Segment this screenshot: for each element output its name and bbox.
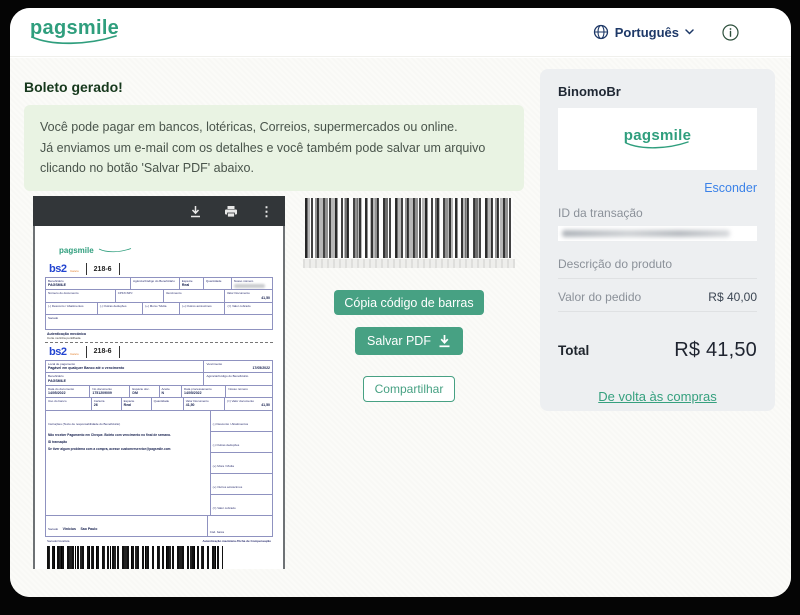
chevron-down-icon [685, 29, 694, 35]
info-banner: Você pode pagar em bancos, lotéricas, Co… [24, 105, 524, 191]
pagsmile-logo-small: pagsmile [624, 128, 691, 150]
boleto-pagsmile-logo: pagsmile [59, 240, 132, 258]
save-pdf-label: Salvar PDF [367, 334, 431, 348]
info-icon [722, 24, 739, 41]
boleto-bank-row-2: bs2 banco 218-6 [49, 346, 273, 358]
divider [558, 278, 757, 279]
boleto-payer: Sacado Vinicius Sao Paulo [46, 516, 208, 536]
merchant-logo-box: pagsmile [558, 108, 757, 170]
boleto-document: pagsmile bs2 banco 218-6 [35, 226, 283, 569]
screen-background: pagsmile Português [0, 0, 800, 615]
page-title: Boleto gerado! [24, 79, 123, 95]
payment-page-card: pagsmile Português [10, 8, 791, 597]
redacted-value [234, 284, 265, 288]
share-button[interactable]: Compartilhar [363, 376, 456, 402]
order-value-row: Valor do pedido R$ 40,00 [558, 290, 757, 304]
globe-icon [593, 24, 609, 40]
boleto-table-2: Local de pagamentoPagável em qualquer Ba… [45, 360, 273, 537]
divider [86, 263, 87, 275]
boleto-footer-row: Sacador/Avalista Autenticação mecânica /… [45, 539, 273, 543]
language-label: Português [615, 25, 679, 40]
boleto-logo-text: pagsmile [59, 246, 94, 255]
bs2-logo: bs2 [49, 263, 66, 275]
barcode-reflection [303, 259, 515, 268]
barcode-image [305, 198, 513, 258]
pagsmile-logo-text: pagsmile [30, 17, 119, 39]
bank-code: 218-6 [94, 348, 112, 355]
more-options-icon[interactable]: ⋮ [260, 205, 273, 218]
cut-line [45, 342, 273, 343]
boleto-barcode [47, 546, 223, 569]
boleto-bank-row: bs2 banco 218-6 [49, 263, 273, 275]
boleto-cut-label: Corte na linha pontilhada [47, 336, 273, 340]
transaction-id-label: ID da transação [558, 206, 757, 220]
copy-barcode-button[interactable]: Cópia código de barras [334, 290, 483, 315]
order-summary-panel: BinomoBr pagsmile Esconder ID da transaç… [540, 69, 775, 411]
divider [119, 346, 120, 358]
barcode-actions-column: Cópia código de barras Salvar PDF Compar… [303, 198, 515, 402]
info-button[interactable] [722, 24, 739, 41]
language-selector[interactable]: Português [593, 24, 694, 40]
pdf-toolbar: ⋮ [33, 196, 285, 226]
page-content: Boleto gerado! Você pode pagar em bancos… [10, 58, 791, 597]
pagsmile-logo: pagsmile [30, 18, 119, 46]
save-pdf-button[interactable]: Salvar PDF [355, 327, 463, 355]
divider [558, 311, 757, 312]
pdf-viewer[interactable]: ⋮ pagsmile bs2 banco 218-6 [33, 196, 285, 569]
divider [86, 346, 87, 358]
boleto-amount-column: (-) Desconto / Abatimentos (-) Outras de… [211, 411, 272, 515]
print-icon[interactable] [224, 205, 238, 218]
bs2-logo: bs2 [49, 346, 66, 358]
hide-link[interactable]: Esconder [558, 181, 757, 195]
info-banner-line2: Já enviamos um e-mail com os detalhes e … [40, 139, 508, 178]
boleto-instructions: Instruções (Texto de responsabilidade do… [46, 411, 211, 515]
download-icon [438, 334, 451, 348]
transaction-id-value [558, 226, 757, 241]
info-banner-line1: Você pode pagar em bancos, lotéricas, Co… [40, 118, 508, 137]
redacted-value [562, 230, 730, 237]
total-value: R$ 41,50 [674, 339, 757, 362]
order-value: R$ 40,00 [708, 290, 757, 304]
bs2-sub: banco [70, 269, 78, 273]
boleto-logo-swoosh [98, 248, 132, 253]
total-label: Total [558, 343, 589, 358]
merchant-name: BinomoBr [558, 84, 757, 99]
boleto-table-1: BeneficiárioPAGSMILE Agência/Código do B… [45, 277, 273, 330]
order-value-label: Valor do pedido [558, 290, 641, 304]
header: pagsmile Português [10, 8, 791, 57]
divider [119, 263, 120, 275]
total-row: Total R$ 41,50 [558, 339, 757, 362]
back-to-shopping-link[interactable]: De volta às compras [558, 389, 757, 404]
bank-code: 218-6 [94, 266, 112, 273]
bs2-sub: banco [70, 352, 78, 356]
product-description-label: Descrição do produto [558, 257, 757, 271]
download-icon[interactable] [189, 205, 202, 218]
header-actions: Português [593, 8, 739, 56]
